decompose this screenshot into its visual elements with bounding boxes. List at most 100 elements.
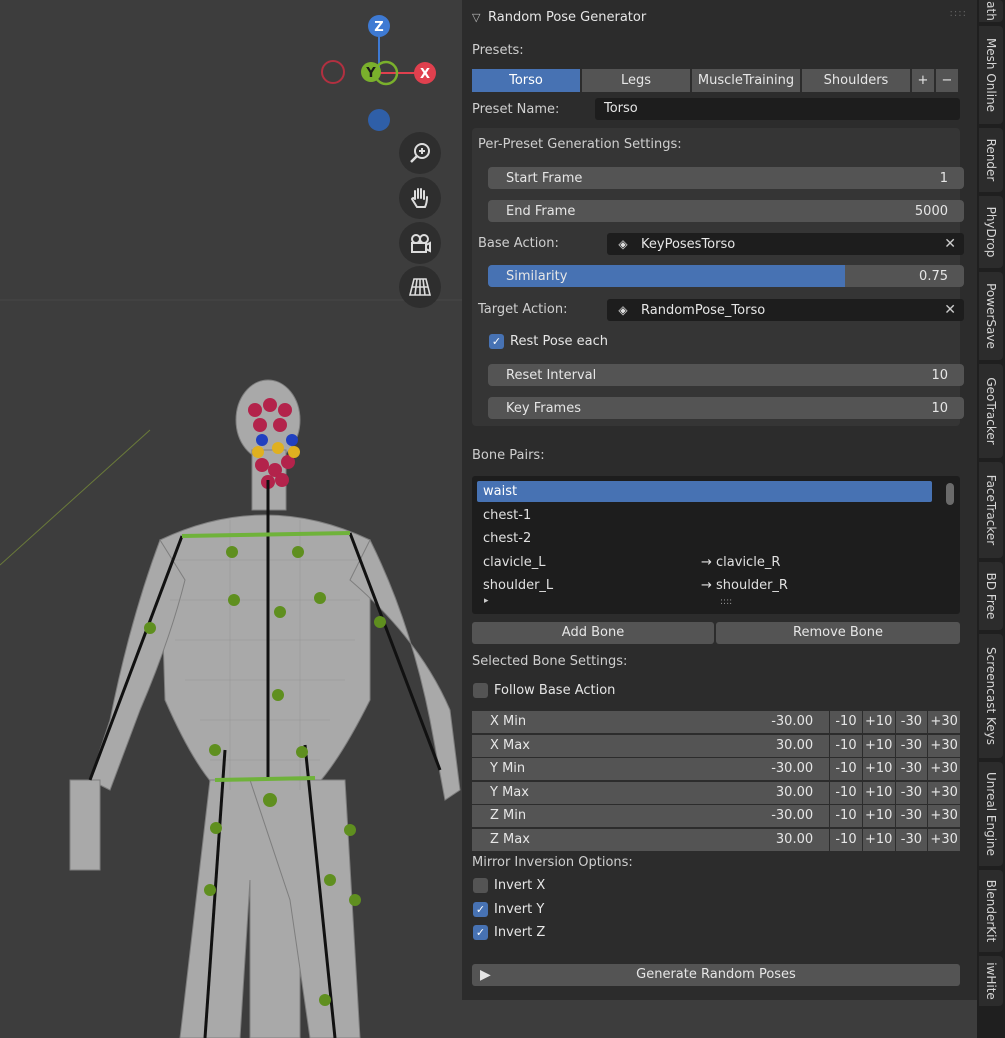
rest-pose-checkbox[interactable]: ✓ Rest Pose each (489, 334, 608, 349)
range-row: Y Min -30.00 -10 +10 -30 +30 (472, 758, 960, 781)
step-minus30-button[interactable]: -30 (895, 805, 928, 828)
sidebar-tab-label: Screencast Keys (984, 647, 998, 745)
target-action-picker[interactable]: ◈ RandomPose_Torso ✕ (607, 299, 964, 321)
preset-name-field[interactable]: Torso (595, 98, 960, 120)
perspective-grid-icon[interactable] (399, 266, 441, 308)
sidebar-tab[interactable]: Unreal Engine (979, 762, 1003, 866)
step-plus30-button[interactable]: +30 (928, 734, 960, 757)
tab-legs[interactable]: Legs (582, 69, 690, 92)
sidebar-tab[interactable]: Render (979, 128, 1003, 192)
list-item[interactable]: clavicle_L → clavicle_R (477, 552, 932, 573)
step-minus10-button[interactable]: -10 (830, 758, 862, 781)
similarity-slider[interactable]: Similarity 0.75 (488, 265, 964, 287)
add-preset-button[interactable]: + (912, 69, 934, 92)
clear-target-action-icon[interactable]: ✕ (944, 302, 956, 318)
bone-pairs-list[interactable]: waist chest-1 chest-2 clavicle_L → clavi… (472, 476, 960, 614)
x-max-field[interactable]: X Max 30.00 (472, 734, 830, 757)
invert-x-checkbox[interactable]: Invert X (473, 878, 545, 893)
range-value: 30.00 (775, 737, 814, 753)
follow-base-label: Follow Base Action (494, 683, 616, 698)
sidebar-tab[interactable]: ath (979, 0, 1003, 22)
reset-interval-field[interactable]: Reset Interval 10 (488, 364, 964, 386)
sidebar-tab[interactable]: PowerSave (979, 272, 1003, 360)
follow-base-checkbox[interactable]: Follow Base Action (473, 683, 615, 698)
y-max-field[interactable]: Y Max 30.00 (472, 781, 830, 804)
sidebar-tab-label: FaceTracker (984, 474, 998, 546)
generate-random-poses-button[interactable]: ▶ Generate Random Poses (472, 964, 960, 986)
base-action-picker[interactable]: ◈ KeyPosesTorso ✕ (607, 233, 964, 255)
per-preset-settings-box: Per-Preset Generation Settings: Start Fr… (472, 128, 964, 426)
remove-preset-button[interactable]: − (936, 69, 958, 92)
step-plus10-button[interactable]: +10 (862, 805, 895, 828)
sidebar-tab[interactable]: BlenderKit (979, 870, 1003, 952)
list-resize-handle[interactable]: :::: (720, 597, 732, 607)
sidebar-tab-label: BlenderKit (984, 879, 998, 943)
zoom-icon[interactable] (399, 132, 441, 174)
checkbox-box (473, 878, 488, 893)
step-minus30-button[interactable]: -30 (895, 781, 928, 804)
sidebar-tab[interactable]: Screencast Keys (979, 634, 1003, 758)
tab-muscletraining[interactable]: MuscleTraining (692, 69, 800, 92)
range-row: Z Max 30.00 -10 +10 -30 +30 (472, 828, 960, 851)
range-row: Y Max 30.00 -10 +10 -30 +30 (472, 781, 960, 804)
sidebar-tab[interactable]: PhyDrop (979, 196, 1003, 268)
tab-torso[interactable]: Torso (472, 69, 580, 92)
remove-bone-button[interactable]: Remove Bone (716, 622, 960, 644)
step-plus10-button[interactable]: +10 (862, 781, 895, 804)
x-min-field[interactable]: X Min -30.00 (472, 711, 830, 733)
list-item[interactable]: shoulder_L → shoulder_R (477, 575, 932, 596)
key-frames-field[interactable]: Key Frames 10 (488, 397, 964, 419)
y-min-field[interactable]: Y Min -30.00 (472, 758, 830, 781)
step-minus10-button[interactable]: -10 (830, 805, 862, 828)
step-plus30-button[interactable]: +30 (928, 781, 960, 804)
sidebar-tab-label: ath (984, 1, 998, 21)
bone-name: shoulder_L (483, 578, 554, 593)
add-bone-button[interactable]: Add Bone (472, 622, 714, 644)
sidebar-tab[interactable]: BD Free (979, 562, 1003, 630)
step-plus30-button[interactable]: +30 (928, 828, 960, 851)
step-plus10-button[interactable]: +10 (862, 734, 895, 757)
step-plus10-button[interactable]: +10 (862, 711, 895, 733)
list-item[interactable]: chest-1 (477, 505, 932, 526)
clear-base-action-icon[interactable]: ✕ (944, 236, 956, 252)
preset-tabs: Torso Legs MuscleTraining Shoulders + − (472, 69, 960, 92)
list-scrollbar[interactable] (946, 483, 954, 505)
step-plus30-button[interactable]: +30 (928, 711, 960, 733)
camera-view-icon[interactable] (399, 222, 441, 264)
step-plus10-button[interactable]: +10 (862, 828, 895, 851)
sidebar-tab-label: PhyDrop (984, 206, 998, 258)
sidebar-tab[interactable]: iwHite (979, 956, 1003, 1006)
sidebar-tab[interactable]: FaceTracker (979, 462, 1003, 558)
step-minus10-button[interactable]: -10 (830, 734, 862, 757)
drag-handle-icon[interactable]: :::: (950, 8, 967, 19)
list-item[interactable]: waist (477, 481, 932, 502)
end-frame-field[interactable]: End Frame 5000 (488, 200, 964, 222)
start-frame-field[interactable]: Start Frame 1 (488, 167, 964, 189)
step-minus10-button[interactable]: -10 (830, 711, 862, 733)
tab-shoulders[interactable]: Shoulders (802, 69, 910, 92)
range-label: Z Max (490, 831, 530, 847)
step-minus30-button[interactable]: -30 (895, 734, 928, 757)
step-minus30-button[interactable]: -30 (895, 711, 928, 733)
action-icon: ◈ (618, 303, 628, 317)
list-item[interactable]: chest-2 (477, 528, 932, 549)
step-minus30-button[interactable]: -30 (895, 828, 928, 851)
panel-header[interactable]: ▽ Random Pose Generator (472, 7, 646, 27)
step-plus30-button[interactable]: +30 (928, 805, 960, 828)
key-frames-value: 10 (931, 400, 948, 416)
sidebar-tab[interactable]: GeoTracker (979, 364, 1003, 458)
invert-y-checkbox[interactable]: ✓ Invert Y (473, 902, 544, 917)
sidebar-tab-label: GeoTracker (984, 377, 998, 445)
selected-bone-label: Selected Bone Settings: (472, 654, 628, 669)
sidebar-tab[interactable]: Mesh Online (979, 26, 1003, 124)
z-max-field[interactable]: Z Max 30.00 (472, 828, 830, 851)
step-minus30-button[interactable]: -30 (895, 758, 928, 781)
step-minus10-button[interactable]: -10 (830, 828, 862, 851)
z-min-field[interactable]: Z Min -30.00 (472, 805, 830, 828)
pan-hand-icon[interactable] (399, 177, 441, 219)
step-plus10-button[interactable]: +10 (862, 758, 895, 781)
step-minus10-button[interactable]: -10 (830, 781, 862, 804)
step-plus30-button[interactable]: +30 (928, 758, 960, 781)
list-expand-icon[interactable]: ▸ (484, 596, 489, 606)
invert-z-checkbox[interactable]: ✓ Invert Z (473, 925, 545, 940)
